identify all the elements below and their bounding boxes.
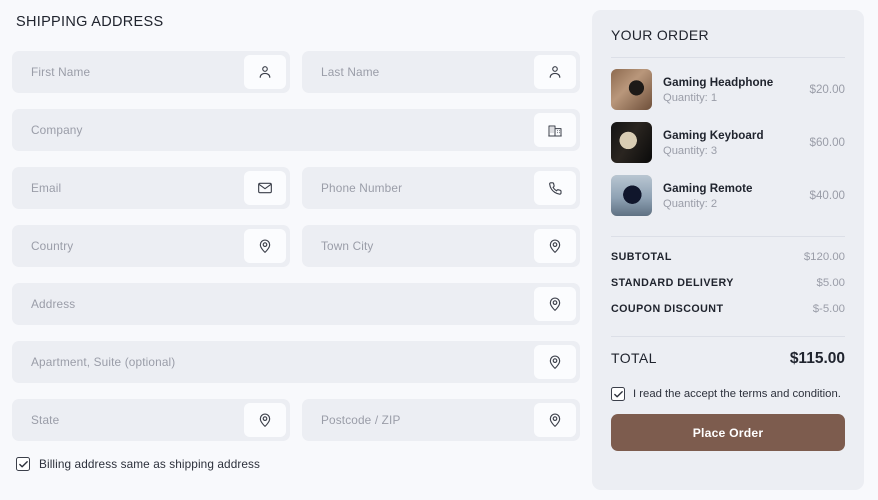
product-thumbnail xyxy=(611,69,652,110)
checkout-page: SHIPPING ADDRESS First Name Last Name Comp… xyxy=(0,0,878,500)
email-placeholder: Email xyxy=(31,181,62,195)
company-placeholder: Company xyxy=(31,123,83,137)
billing-same-label: Billing address same as shipping address xyxy=(39,457,261,471)
product-thumbnail xyxy=(611,175,652,216)
order-summary-wrapper: YOUR ORDER Gaming Headphone Quantity: 1 $2… xyxy=(592,0,878,500)
order-item-price: $60.00 xyxy=(809,136,845,149)
state-input[interactable]: State xyxy=(12,399,290,441)
form-row: Apartment, Suite (optional) xyxy=(12,341,580,383)
total-value: $5.00 xyxy=(816,277,845,289)
total-value: $-5.00 xyxy=(812,303,845,315)
divider-totals xyxy=(611,336,845,337)
location-pin-icon xyxy=(534,287,576,321)
page-title: SHIPPING ADDRESS xyxy=(16,14,164,30)
order-summary-panel: YOUR ORDER Gaming Headphone Quantity: 1 $2… xyxy=(592,10,864,490)
apartment-suite-optional-placeholder: Apartment, Suite (optional) xyxy=(31,355,176,369)
town-city-input[interactable]: Town City xyxy=(302,225,580,267)
order-item-info: Gaming Headphone Quantity: 1 xyxy=(652,76,810,104)
user-icon xyxy=(534,55,576,89)
order-item-price: $20.00 xyxy=(809,83,845,96)
form-row: Address xyxy=(12,283,580,325)
form-row: Country Town City xyxy=(12,225,580,267)
terms-label: I read the accept the terms and conditio… xyxy=(633,388,841,400)
location-pin-icon xyxy=(534,229,576,263)
grand-total-value: $115.00 xyxy=(789,350,845,367)
user-icon xyxy=(244,55,286,89)
state-placeholder: State xyxy=(31,413,60,427)
order-item-quantity: Quantity: 3 xyxy=(663,144,718,157)
location-pin-icon xyxy=(534,403,576,437)
grand-total-row: TOTAL $115.00 xyxy=(611,350,845,368)
total-value: $120.00 xyxy=(803,251,845,263)
first-name-placeholder: First Name xyxy=(31,65,91,79)
address-placeholder: Address xyxy=(31,297,76,311)
order-item-name: Gaming Remote xyxy=(663,181,753,195)
billing-same-checkbox-row[interactable]: Billing address same as shipping address xyxy=(16,457,580,471)
company-input[interactable]: Company xyxy=(12,109,580,151)
order-item-name: Gaming Headphone xyxy=(663,75,774,89)
shipping-address-section: SHIPPING ADDRESS First Name Last Name Comp… xyxy=(0,0,592,500)
order-item-price: $40.00 xyxy=(809,189,845,202)
country-input[interactable]: Country xyxy=(12,225,290,267)
address-input[interactable]: Address xyxy=(12,283,580,325)
location-pin-icon xyxy=(244,403,286,437)
country-placeholder: Country xyxy=(31,239,74,253)
email-input[interactable]: Email xyxy=(12,167,290,209)
mail-icon xyxy=(244,171,286,205)
form-row: Email Phone Number xyxy=(12,167,580,209)
building-icon xyxy=(534,113,576,147)
terms-checkbox[interactable] xyxy=(611,387,625,401)
first-name-input[interactable]: First Name xyxy=(12,51,290,93)
form-row: Company xyxy=(12,109,580,151)
total-row: COUPON DISCOUNT $-5.00 xyxy=(611,296,845,322)
product-thumbnail xyxy=(611,122,652,163)
last-name-placeholder: Last Name xyxy=(321,65,380,79)
total-row: SUBTOTAL $120.00 xyxy=(611,244,845,270)
place-order-button[interactable]: Place Order xyxy=(611,414,845,451)
total-label: SUBTOTAL xyxy=(611,251,672,263)
total-row: STANDARD DELIVERY $5.00 xyxy=(611,270,845,296)
order-items-list: Gaming Headphone Quantity: 1 $20.00 Gaming … xyxy=(611,63,845,222)
order-item-quantity: Quantity: 1 xyxy=(663,91,718,104)
location-pin-icon xyxy=(534,345,576,379)
order-item-info: Gaming Keyboard Quantity: 3 xyxy=(652,129,810,157)
last-name-input[interactable]: Last Name xyxy=(302,51,580,93)
postcode-zip-input[interactable]: Postcode / ZIP xyxy=(302,399,580,441)
order-item-quantity: Quantity: 2 xyxy=(663,197,718,210)
order-totals: SUBTOTAL $120.00 STANDARD DELIVERY $5.00 COU… xyxy=(611,244,845,322)
phone-number-input[interactable]: Phone Number xyxy=(302,167,580,209)
order-item: Gaming Headphone Quantity: 1 $20.00 xyxy=(611,63,845,116)
billing-same-checkbox[interactable] xyxy=(16,457,30,471)
form-row: First Name Last Name xyxy=(12,51,580,93)
divider-items xyxy=(611,236,845,237)
form-row: State Postcode / ZIP xyxy=(12,399,580,441)
shipping-form: First Name Last Name Company Email Phone Num… xyxy=(12,51,580,441)
postcode-zip-placeholder: Postcode / ZIP xyxy=(321,413,401,427)
town-city-placeholder: Town City xyxy=(321,239,374,253)
order-item: Gaming Keyboard Quantity: 3 $60.00 xyxy=(611,116,845,169)
order-summary-title: YOUR ORDER xyxy=(611,27,709,43)
order-item-info: Gaming Remote Quantity: 2 xyxy=(652,182,810,210)
phone-icon xyxy=(534,171,576,205)
total-label: STANDARD DELIVERY xyxy=(611,277,734,289)
grand-total-label: TOTAL xyxy=(611,350,657,366)
divider-top xyxy=(611,57,845,58)
order-item: Gaming Remote Quantity: 2 $40.00 xyxy=(611,169,845,222)
location-pin-icon xyxy=(244,229,286,263)
phone-number-placeholder: Phone Number xyxy=(321,181,403,195)
apartment-suite-optional-input[interactable]: Apartment, Suite (optional) xyxy=(12,341,580,383)
total-label: COUPON DISCOUNT xyxy=(611,303,724,315)
terms-checkbox-row[interactable]: I read the accept the terms and conditio… xyxy=(611,387,845,401)
order-item-name: Gaming Keyboard xyxy=(663,128,764,142)
